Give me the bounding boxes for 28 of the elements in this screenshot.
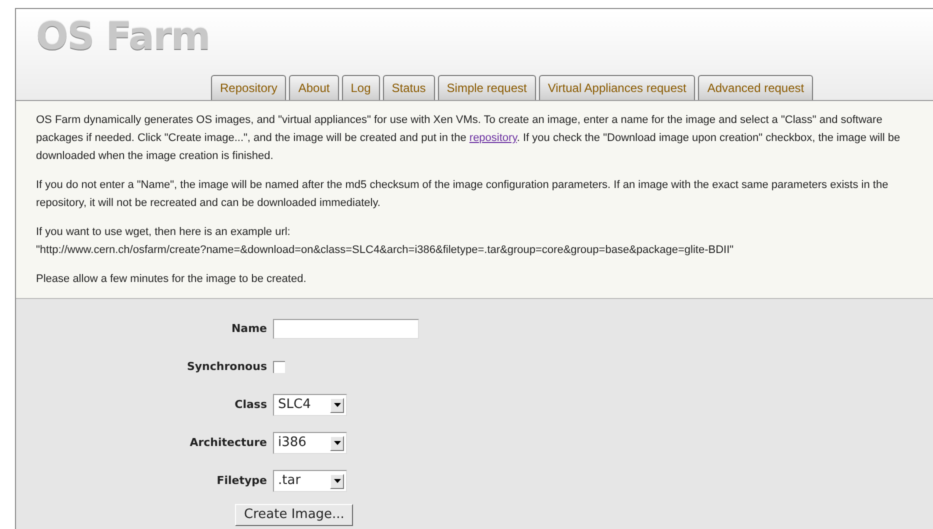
field-label: Architecture [188, 434, 268, 451]
field-label: Class [234, 396, 268, 413]
nav-tab[interactable]: Simple request [438, 75, 536, 100]
select-value: i386 [278, 434, 306, 452]
repository-link[interactable]: repository [469, 132, 517, 144]
select-field[interactable]: i386 [273, 432, 347, 454]
synchronous-checkbox[interactable] [273, 361, 285, 373]
select-field[interactable]: .tar [273, 470, 347, 492]
intro-paragraph: OS Farm dynamically generates OS images, and "virtual appliances" for use with Xen VMs. To create an image, enter a name for the image and select a "Class" and software packages if needed. Click "Create image...", and the image will be created and put in the repository. If you check the "Download image upon creation" checkbox, the image will be downloaded when the image creation is finished. [36, 113, 902, 164]
create-image-button[interactable]: Create Image... [235, 504, 354, 526]
nav-tab[interactable]: Repository [211, 75, 286, 100]
nav-tab[interactable]: Status [382, 75, 435, 100]
field-label: Synchronous [186, 358, 268, 375]
nav-tab[interactable]: Virtual Appliances request [538, 75, 696, 100]
example-url: "http://www.cern.ch/osfarm/create?name=&download=on&class=SLC4&arch=i386&filetype=.tar&group=core&group=base&package=glite-BDII" [36, 243, 735, 258]
name-field[interactable] [273, 319, 419, 339]
nav-tab[interactable]: Log [342, 75, 380, 100]
info-paragraph: If you do not enter a "Name", the image will be named after the md5 checksum of the image configuration parameters. If an image with the exact same parameters exists in the repository, it will not be recreated and can be downloaded immediately. [36, 178, 890, 211]
info-paragraph: If you want to use wget, then here is an example url: [36, 225, 292, 240]
field-label: Name [230, 320, 268, 337]
field-label: Filetype [216, 472, 268, 489]
select-value: .tar [278, 472, 301, 490]
select-field[interactable]: SLC4 [273, 394, 347, 416]
nav-tab[interactable]: About [289, 75, 339, 100]
info-paragraph: Please allow a few minutes for the image to be created. [36, 272, 308, 287]
nav-tab[interactable]: Advanced request [698, 75, 814, 100]
select-value: SLC4 [278, 396, 311, 414]
site-logo: OS Farm [36, 13, 210, 59]
